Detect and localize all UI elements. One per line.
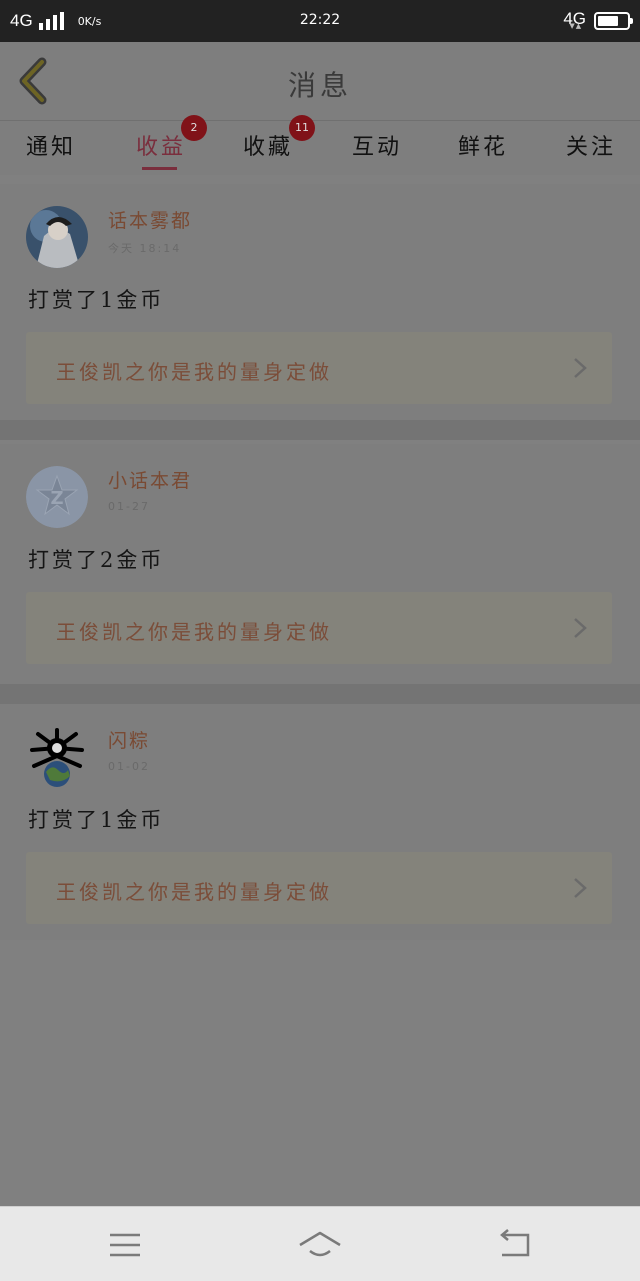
clock: 22:22 bbox=[299, 12, 341, 28]
earnings-count-badge: 2 bbox=[181, 115, 207, 141]
reward-text: 打赏了1金币 bbox=[28, 808, 165, 832]
tab-following[interactable]: 关注 bbox=[566, 129, 616, 161]
system-nav-bar bbox=[0, 1206, 640, 1281]
work-title: 王俊凯之你是我的量身定做 bbox=[56, 360, 332, 384]
tab-notifications[interactable]: 通知 bbox=[26, 129, 76, 161]
divider bbox=[0, 684, 640, 704]
chevron-right-icon bbox=[574, 358, 587, 378]
work-link[interactable]: 王俊凯之你是我的量身定做 bbox=[26, 592, 612, 664]
home-button[interactable] bbox=[298, 1225, 342, 1265]
chevron-right-icon bbox=[574, 618, 587, 638]
reward-text: 打赏了1金币 bbox=[28, 288, 165, 312]
menu-icon bbox=[110, 1233, 140, 1257]
divider bbox=[0, 420, 640, 440]
work-link[interactable]: 王俊凯之你是我的量身定做 bbox=[26, 332, 612, 404]
message-card: 闪粽 01-02 打赏了1金币 王俊凯之你是我的量身定做 bbox=[0, 704, 640, 940]
page-title: 消息 bbox=[287, 69, 352, 102]
status-bar: 4G 0K/s 22:22 4G ▼▲ bbox=[0, 0, 640, 42]
status-right: 4G ▼▲ bbox=[563, 0, 633, 42]
tab-interactions[interactable]: 互动 bbox=[352, 129, 402, 161]
message-card: Z 小话本君 01-27 打赏了2金币 王俊凯之你是我的量身定做 bbox=[0, 444, 640, 684]
avatar[interactable]: Z bbox=[26, 466, 88, 528]
menu-button[interactable] bbox=[104, 1225, 148, 1265]
tab-bar: 通知 收益 2 收藏 11 互动 鲜花 关注 bbox=[0, 115, 640, 175]
active-tab-indicator bbox=[142, 167, 177, 170]
back-nav-button[interactable] bbox=[494, 1225, 538, 1265]
tab-earnings[interactable]: 收益 bbox=[136, 129, 186, 161]
work-title: 王俊凯之你是我的量身定做 bbox=[56, 620, 332, 644]
svg-text:Z: Z bbox=[50, 488, 63, 509]
username[interactable]: 闪粽 bbox=[108, 726, 150, 753]
username[interactable]: 小话本君 bbox=[108, 466, 192, 493]
avatar[interactable] bbox=[26, 206, 88, 268]
message-time: 01-27 bbox=[108, 500, 150, 513]
favorites-count-badge: 11 bbox=[289, 115, 315, 141]
battery-icon bbox=[594, 12, 633, 30]
message-time: 01-02 bbox=[108, 760, 150, 773]
back-icon bbox=[500, 1229, 530, 1257]
work-title: 王俊凯之你是我的量身定做 bbox=[56, 880, 332, 904]
message-time: 今天 18:14 bbox=[108, 242, 182, 255]
home-icon bbox=[299, 1231, 341, 1257]
data-activity-icon: ▼▲ bbox=[569, 22, 583, 30]
reward-text: 打赏了2金币 bbox=[28, 548, 165, 572]
chevron-right-icon bbox=[574, 878, 587, 898]
avatar[interactable] bbox=[26, 726, 88, 788]
username[interactable]: 话本雾都 bbox=[108, 206, 192, 233]
message-card: 话本雾都 今天 18:14 打赏了1金币 王俊凯之你是我的量身定做 bbox=[0, 184, 640, 420]
tab-favorites[interactable]: 收藏 bbox=[243, 129, 293, 161]
tab-flowers[interactable]: 鲜花 bbox=[458, 129, 508, 161]
work-link[interactable]: 王俊凯之你是我的量身定做 bbox=[26, 852, 612, 924]
app-header: 消息 bbox=[0, 42, 640, 121]
